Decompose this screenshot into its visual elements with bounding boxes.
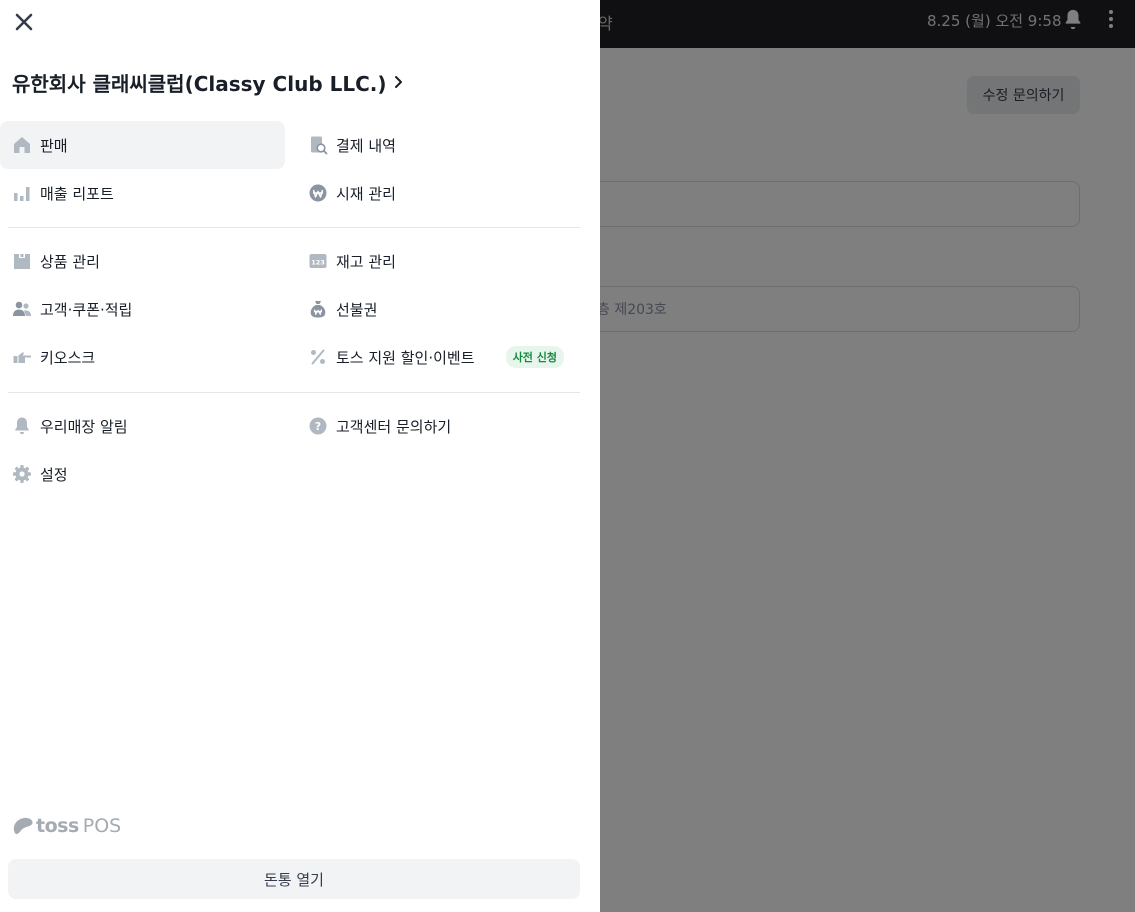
svg-text:123: 123 — [311, 258, 325, 266]
close-button[interactable] — [12, 10, 36, 34]
menu-label: 재고 관리 — [336, 252, 396, 271]
users-icon — [12, 299, 32, 319]
menu-item-payment-history[interactable]: 결제 내역 — [296, 121, 580, 169]
divider — [8, 227, 580, 228]
side-drawer: 유한회사 클래씨클럽(Classy Club LLC.) 판매 결제 내역 매출… — [0, 0, 600, 912]
inventory-123-icon: 123 — [308, 251, 328, 271]
menu-label: 상품 관리 — [40, 252, 100, 271]
home-icon — [12, 135, 32, 155]
menu-label: 시재 관리 — [336, 184, 396, 203]
menu-item-products[interactable]: 상품 관리 — [0, 237, 285, 285]
menu-item-cash-management[interactable]: 시재 관리 — [296, 169, 580, 217]
open-cash-drawer-button[interactable]: 돈통 열기 — [8, 859, 580, 899]
logo-brand: toss — [36, 815, 79, 837]
menu-label: 고객센터 문의하기 — [336, 417, 452, 436]
gear-icon — [12, 464, 32, 484]
menu-item-kiosk[interactable]: 키오스크 — [0, 333, 285, 381]
menu-item-gift-card[interactable]: 선불권 — [296, 285, 580, 333]
menu-item-customers[interactable]: 고객·쿠폰·적립 — [0, 285, 285, 333]
box-icon — [12, 251, 32, 271]
logo-product: POS — [82, 815, 122, 837]
divider — [8, 392, 580, 393]
chevron-right-icon — [394, 76, 402, 88]
menu-label: 선불권 — [336, 300, 378, 319]
menu-label: 결제 내역 — [336, 136, 396, 155]
menu-item-toss-discount[interactable]: 토스 지원 할인·이벤트 사전 신청 — [296, 333, 580, 381]
pre-registration-badge: 사전 신청 — [505, 346, 564, 368]
menu-item-customer-support[interactable]: ? 고객센터 문의하기 — [296, 402, 580, 450]
menu-label: 설정 — [40, 465, 68, 484]
bar-chart-icon — [12, 183, 32, 203]
menu-label: 우리매장 알림 — [40, 417, 128, 436]
won-coin-icon — [308, 183, 328, 203]
menu-item-settings[interactable]: 설정 — [0, 450, 285, 498]
close-icon — [15, 13, 33, 31]
menu-label: 판매 — [40, 136, 68, 155]
percent-icon — [308, 347, 328, 367]
menu-label: 키오스크 — [40, 348, 96, 367]
toss-logo-icon — [13, 817, 33, 835]
menu-item-store-alerts[interactable]: 우리매장 알림 — [0, 402, 285, 450]
store-name-link[interactable]: 유한회사 클래씨클럽(Classy Club LLC.) — [12, 66, 405, 98]
pointing-hand-icon — [12, 347, 32, 367]
menu-label: 고객·쿠폰·적립 — [40, 300, 133, 319]
menu-item-inventory[interactable]: 123 재고 관리 — [296, 237, 580, 285]
receipt-search-icon — [308, 135, 328, 155]
menu-item-sales-report[interactable]: 매출 리포트 — [0, 169, 285, 217]
help-circle-icon: ? — [308, 416, 328, 436]
store-name: 유한회사 클래씨클럽(Classy Club LLC.) — [12, 71, 387, 96]
money-bag-icon — [308, 299, 328, 319]
menu-label: 토스 지원 할인·이벤트 — [336, 348, 475, 367]
svg-text:?: ? — [315, 420, 321, 433]
bell-icon — [12, 416, 32, 436]
menu-label: 매출 리포트 — [40, 184, 114, 203]
toss-pos-logo: toss POS — [12, 814, 121, 838]
menu-item-sales[interactable]: 판매 — [0, 121, 285, 169]
